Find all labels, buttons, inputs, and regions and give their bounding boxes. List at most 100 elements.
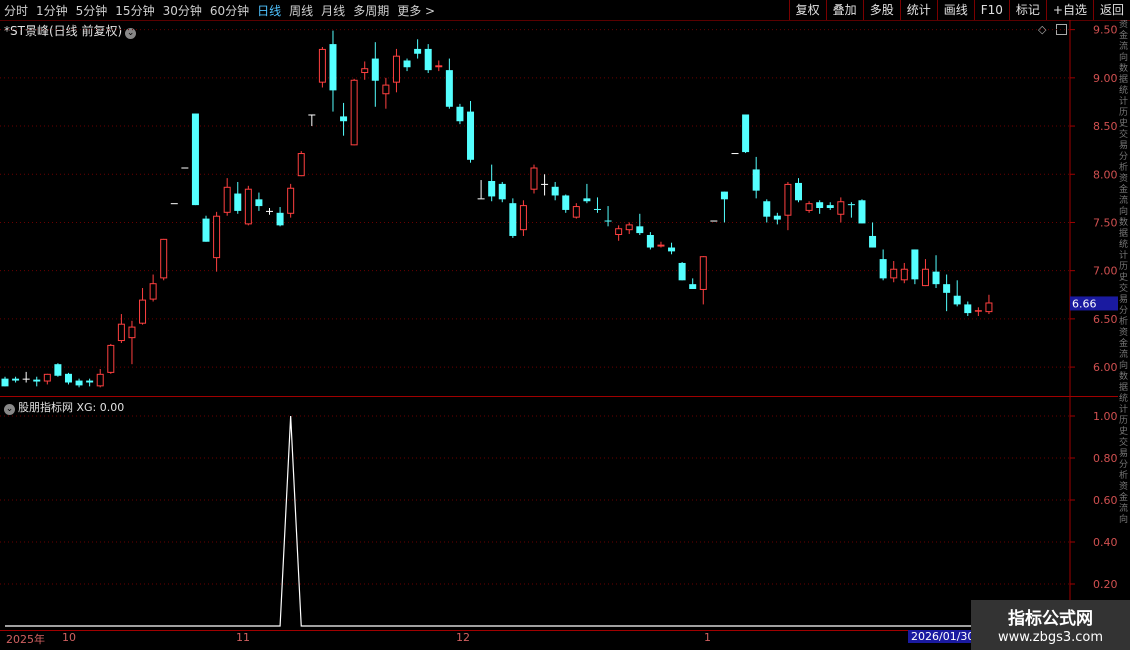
- candle-body-down: [445, 70, 453, 107]
- candle-body-down: [22, 378, 30, 380]
- candle-body-down: [191, 113, 199, 206]
- candle-body-up: [117, 323, 125, 342]
- candle-body-down: [720, 191, 728, 200]
- candle-body-up: [890, 268, 898, 279]
- candle-body-up: [223, 186, 231, 213]
- candle-body-up: [297, 153, 305, 177]
- price-tick-label: 7.00: [1093, 265, 1118, 278]
- candle-body-down: [953, 295, 961, 305]
- candle-body-up: [107, 344, 115, 373]
- date-cursor-label: 2026/01/30: [908, 630, 978, 643]
- candle-body-down: [562, 195, 570, 210]
- candle-body-up: [699, 256, 707, 290]
- watermark-url: www.zbgs3.com: [997, 630, 1104, 645]
- candle-body-down: [731, 153, 739, 155]
- candle-body-up: [974, 310, 982, 312]
- candle-body-up: [361, 68, 369, 74]
- candle-body-down: [371, 58, 379, 81]
- candle-body-down: [170, 203, 178, 205]
- candle-body-up: [96, 373, 104, 387]
- price-tick-label: 9.50: [1093, 24, 1118, 37]
- candle-body-down: [424, 48, 432, 71]
- date-label-nov: 11: [236, 631, 250, 644]
- candle-body-down: [414, 48, 422, 54]
- candle-body-down: [858, 200, 866, 224]
- candle-body-up: [805, 203, 813, 211]
- candle-body-down: [467, 111, 475, 160]
- candle-body-down: [308, 114, 316, 116]
- candle-body-down: [795, 182, 802, 201]
- candle-body-down: [604, 220, 612, 222]
- price-tick-label: 8.50: [1093, 120, 1118, 133]
- candle-body-down: [551, 186, 559, 196]
- price-tick-label: 8.00: [1093, 168, 1118, 181]
- candle-body-up: [318, 48, 326, 83]
- candle-body-down: [773, 215, 781, 220]
- candle-body-down: [583, 198, 591, 202]
- indicator-tick-label: 0.20: [1093, 578, 1118, 591]
- candle-body-up: [657, 244, 665, 247]
- candle-body-down: [752, 169, 760, 191]
- candle-body-down: [202, 218, 210, 242]
- candle-body-down: [911, 249, 919, 280]
- candle-body-up: [530, 167, 538, 190]
- candle-body-up: [382, 84, 390, 95]
- watermark-title: 指标公式网: [1008, 609, 1093, 629]
- candle-body-down: [456, 106, 464, 122]
- price-tick-label: 6.50: [1093, 313, 1118, 326]
- price-tick-label: 7.50: [1093, 216, 1118, 229]
- candle-body-down: [255, 199, 263, 207]
- candle-body-up: [149, 283, 157, 300]
- candle-body-down: [12, 378, 20, 381]
- candle-body-up: [43, 373, 51, 382]
- candle-body-up: [519, 205, 527, 231]
- candle-body-down: [64, 373, 72, 383]
- candle-body-up: [213, 215, 221, 259]
- candle-body-down: [509, 203, 517, 236]
- candle-body-down: [636, 226, 644, 234]
- candle-body-down: [879, 259, 887, 279]
- candle-body-down: [541, 183, 549, 185]
- candle-body-down: [75, 380, 83, 386]
- candle-body-down: [678, 262, 686, 281]
- candle-body-up: [128, 326, 136, 339]
- candle-body-down: [646, 234, 654, 248]
- date-label-oct: 10: [62, 631, 76, 644]
- candle-body-down: [869, 235, 877, 248]
- current-price-label: 6.66: [1072, 297, 1097, 310]
- xg-signal-line: [5, 415, 1063, 627]
- side-panel-edge: 资金流向数据统计历史交易分析资金流向数据统计历史交易分析资金流向数据统计历史交易…: [1119, 20, 1129, 525]
- candle-body-up: [615, 228, 623, 235]
- candle-body-down: [340, 116, 348, 122]
- candle-body-up: [837, 201, 845, 215]
- candle-body-down: [181, 167, 189, 169]
- candle-body-down: [403, 60, 411, 68]
- candle-body-down: [498, 183, 506, 200]
- candle-body-down: [266, 210, 273, 212]
- candle-body-up: [350, 79, 358, 146]
- candle-body-down: [668, 247, 676, 252]
- candle-body-up: [985, 302, 993, 313]
- candle-body-up: [160, 238, 168, 279]
- candle-body-up: [625, 224, 633, 231]
- candle-body-down: [234, 193, 242, 211]
- date-label-dec: 12: [456, 631, 470, 644]
- indicator-tick-label: 0.60: [1093, 494, 1118, 507]
- candle-body-up: [921, 268, 929, 287]
- candle-body-down: [488, 181, 496, 197]
- candle-body-down: [943, 284, 951, 293]
- candle-body-down: [742, 114, 750, 153]
- candle-body-up: [244, 188, 252, 225]
- candle-body-down: [329, 44, 337, 91]
- candle-body-down: [1, 378, 9, 387]
- indicator-tick-label: 0.40: [1093, 536, 1118, 549]
- candle-body-down: [816, 202, 824, 208]
- price-tick-label: 6.00: [1093, 361, 1118, 374]
- price-chart-svg: 9.50 9.00 8.50 8.00 7.50 7.00 6.50 6.00 1.00 0.80…: [0, 20, 1118, 631]
- candle-body-up: [572, 206, 580, 218]
- candle-body-down: [964, 304, 972, 314]
- candle-body-up: [435, 65, 443, 68]
- candle-body-down: [932, 271, 940, 285]
- date-label-year: 2025年: [6, 633, 45, 646]
- candle-body-down: [276, 212, 284, 226]
